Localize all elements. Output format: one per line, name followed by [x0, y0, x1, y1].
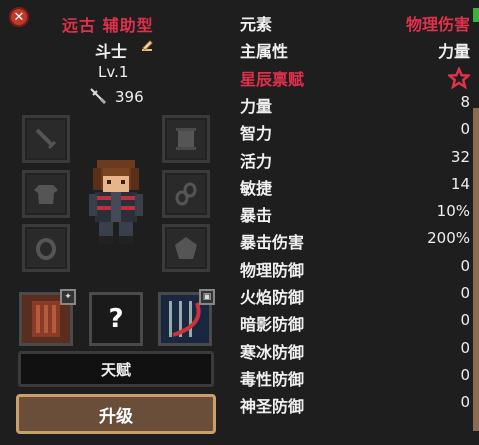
stat-row: 智力 0 — [240, 117, 470, 144]
ring-icon — [36, 238, 56, 260]
skill-slot-2[interactable]: ? — [89, 292, 143, 346]
stat-label: 敏捷 — [240, 178, 273, 198]
skill-slot-3[interactable]: ▣ — [158, 289, 215, 346]
stat-row: 主属性 力量 — [240, 35, 470, 62]
stat-label: 火焰防御 — [240, 288, 305, 307]
edit-name-icon[interactable] — [139, 38, 155, 54]
stat-row: 元素 物理伤害 — [240, 8, 470, 35]
star-talent-icon[interactable] — [448, 67, 470, 89]
scrollbar[interactable] — [473, 108, 479, 431]
stat-row: 毒性防御 0 — [240, 363, 470, 390]
stat-label: 主属性 — [240, 42, 289, 62]
stat-label: 活力 — [240, 151, 273, 171]
stat-row: 暗影防御 0 — [240, 308, 470, 335]
stat-label: 星辰禀赋 — [240, 69, 305, 89]
stat-value: 32 — [450, 147, 470, 166]
character-name: 斗士 — [95, 42, 128, 61]
crossed-swords-icon — [90, 88, 107, 105]
close-button[interactable]: ✕ — [9, 7, 29, 27]
scroll-indicator — [473, 8, 479, 22]
chain-icon — [175, 182, 197, 206]
stat-value: 物理伤害 — [405, 15, 470, 34]
weapon-slot[interactable] — [22, 115, 70, 163]
shirt-icon — [34, 185, 58, 204]
scroll-icon — [176, 128, 196, 150]
stat-row: 神圣防御 0 — [240, 390, 470, 417]
stat-value: 8 — [460, 92, 470, 111]
character-level: Lv.1 — [98, 63, 129, 81]
skill-slot-1[interactable]: ✦ — [19, 289, 76, 346]
character-power: 396 — [115, 88, 144, 106]
unknown-skill-label: ? — [108, 304, 124, 334]
stat-value: 0 — [460, 120, 470, 139]
stat-value: 200% — [427, 229, 470, 248]
stat-label: 力量 — [240, 96, 273, 116]
stat-label: 暴击伤害 — [240, 233, 305, 253]
stat-value: 力量 — [437, 42, 470, 62]
stat-row: 活力 32 — [240, 145, 470, 172]
stat-label: 神圣防御 — [240, 397, 305, 417]
armor-slot[interactable] — [22, 170, 70, 218]
stat-value: 0 — [460, 365, 470, 384]
stat-value: 0 — [460, 311, 470, 330]
stat-label: 物理防御 — [240, 260, 305, 280]
gem-slot[interactable] — [162, 224, 210, 272]
stat-value: 0 — [460, 284, 470, 302]
accessory-slot[interactable] — [162, 170, 210, 218]
stat-value: 0 — [460, 393, 470, 412]
ring-slot[interactable] — [22, 224, 70, 272]
stat-row: 敏捷 14 — [240, 172, 470, 199]
gem-icon — [175, 237, 197, 259]
stat-value: 0 — [460, 256, 470, 275]
character-portrait — [89, 160, 143, 244]
talent-button-label: 天赋 — [100, 360, 131, 379]
character-type: 远古 辅助型 — [62, 16, 154, 35]
stat-row — [240, 418, 470, 445]
stat-row: 暴击伤害 200% — [240, 226, 470, 253]
sword-icon — [35, 128, 57, 150]
stat-value: 14 — [450, 174, 470, 193]
stat-label: 元素 — [240, 15, 273, 34]
stat-label: 毒性防御 — [240, 369, 305, 389]
book-slot[interactable] — [162, 115, 210, 163]
stat-label: 暗影防御 — [240, 315, 305, 335]
stat-value: 0 — [460, 338, 470, 357]
stat-row: 暴击 10% — [240, 199, 470, 226]
upgrade-button-label: 升级 — [99, 406, 133, 427]
close-icon: ✕ — [13, 9, 25, 25]
stat-row: 力量 8 — [240, 90, 470, 117]
stat-row: 火焰防御 0 — [240, 281, 470, 308]
upgrade-button[interactable]: 升级 — [16, 394, 216, 434]
skill-badge-attack-icon: ✦ — [60, 289, 76, 305]
stat-label: 寒冰防御 — [240, 342, 305, 362]
stat-row: 星辰禀赋 — [240, 63, 470, 90]
talent-button[interactable]: 天赋 — [18, 351, 214, 387]
stat-label: 智力 — [240, 124, 273, 144]
stat-value: 10% — [436, 202, 470, 221]
stat-row: 物理防御 0 — [240, 254, 470, 281]
stat-row: 寒冰防御 0 — [240, 336, 470, 363]
stat-label: 暴击 — [240, 206, 273, 226]
skill-badge-shield-icon: ▣ — [199, 289, 215, 305]
